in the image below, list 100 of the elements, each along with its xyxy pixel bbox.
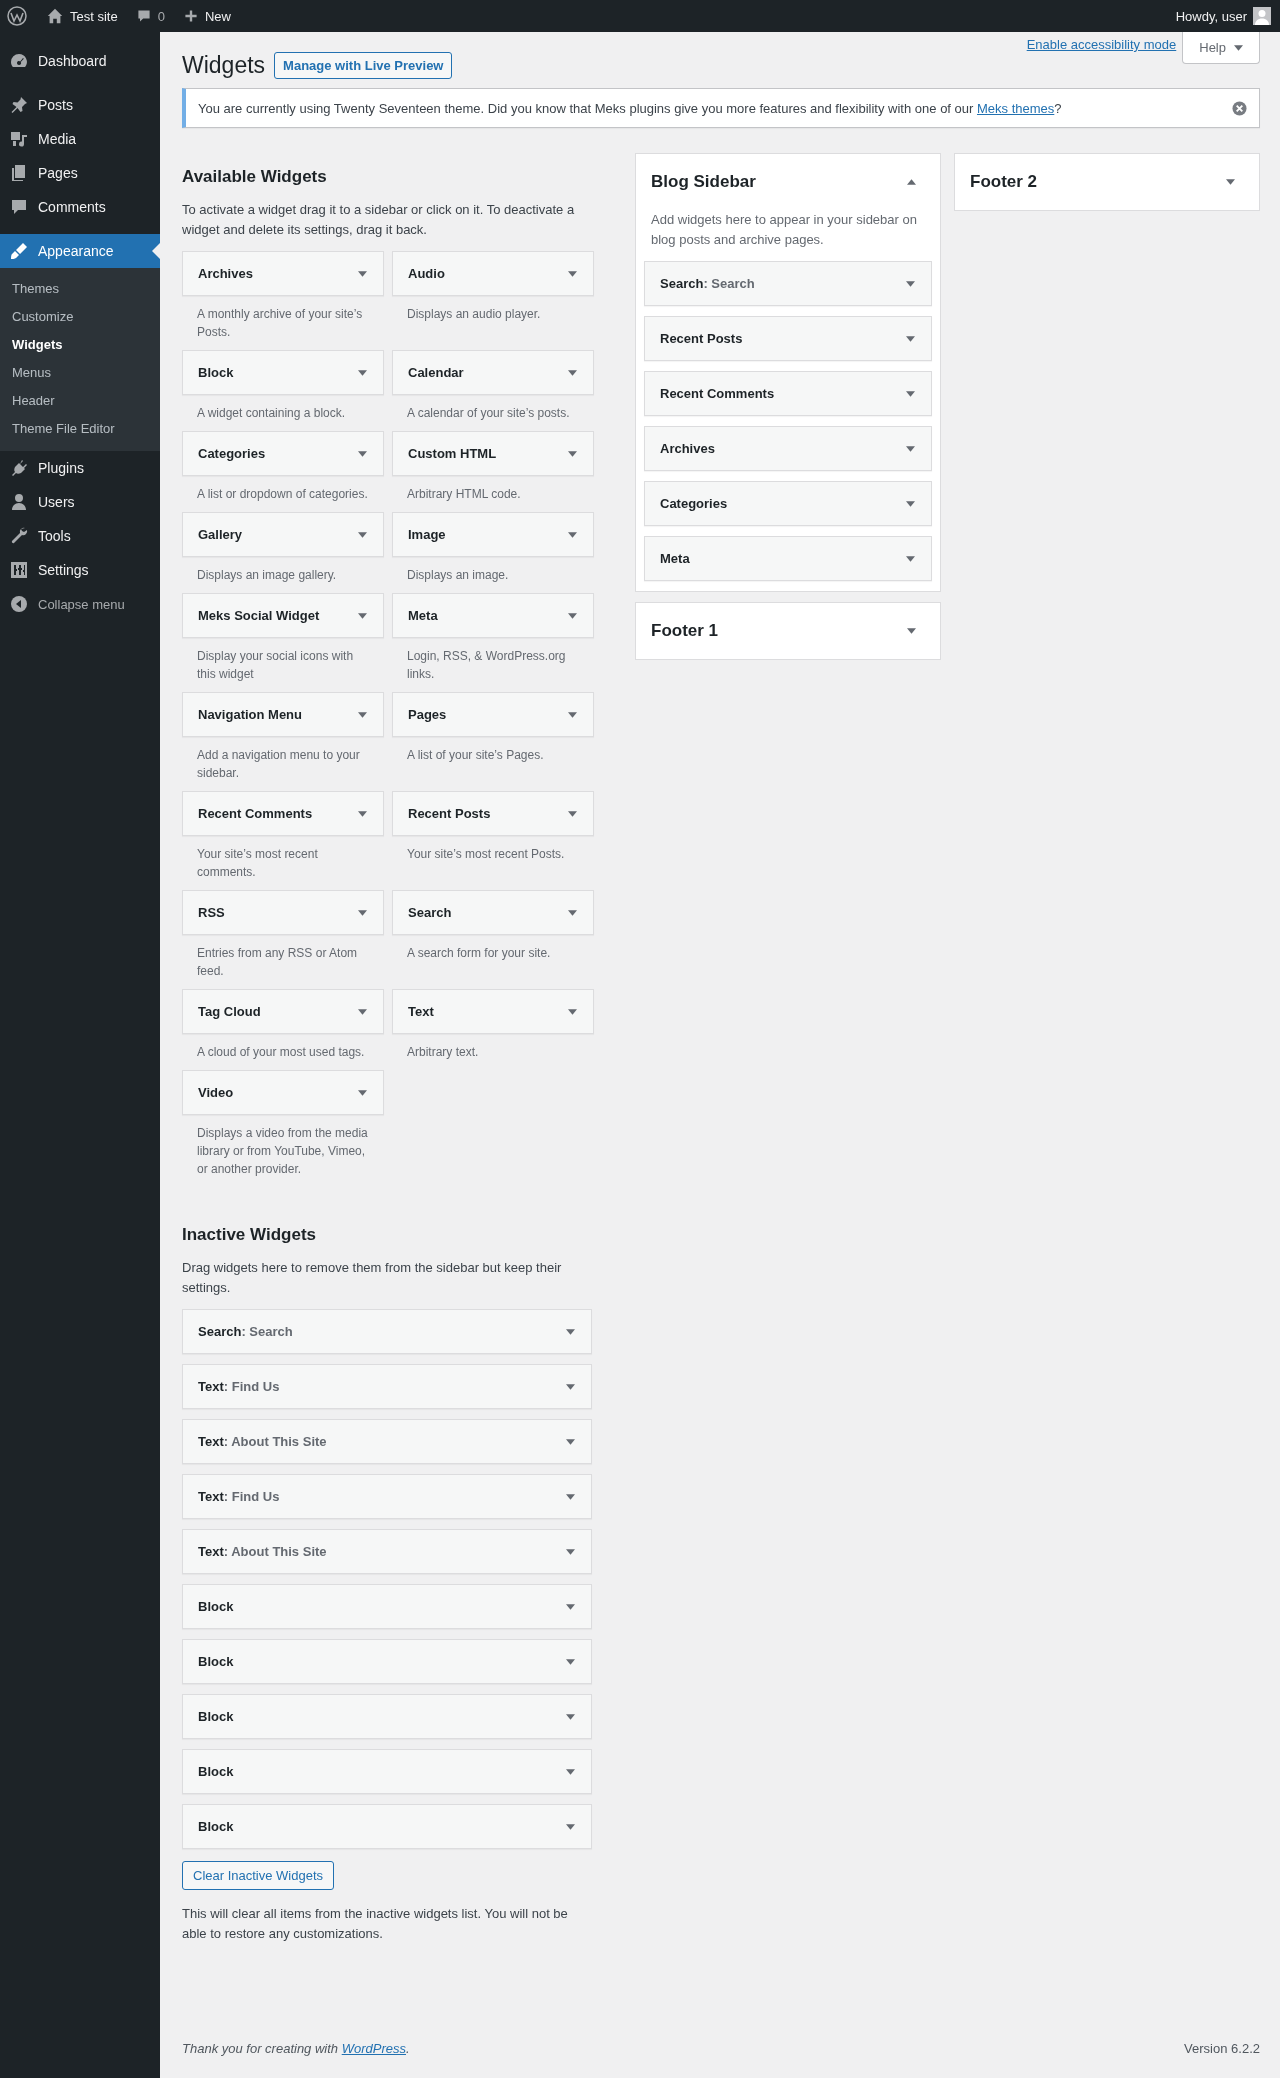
widget-item[interactable]: Recent Posts [392,791,594,836]
caret-icon [568,1008,577,1015]
widget-description: Arbitrary text. [406,1044,480,1061]
themes-link[interactable]: Meks themes [977,100,1055,116]
wordpress-link[interactable]: WordPress [341,2041,406,2056]
site-link[interactable]: Test site [37,0,127,32]
widget-item[interactable]: Categories [182,431,384,476]
widget-item[interactable]: Block [182,1584,592,1629]
caret-icon [906,280,915,287]
pin-icon [9,95,29,115]
caret-icon [906,500,915,507]
widget-description: Displays a video from the media library or from YouTube, Vimeo, or another provider. [196,1125,369,1178]
widget-description: A calendar of your site’s posts. [406,405,571,422]
close-icon[interactable] [1232,100,1247,116]
widget-item[interactable]: Block [182,1804,592,1849]
menu-item[interactable]: Comments [0,190,160,224]
caret-icon [358,270,367,277]
widget-item[interactable]: Video [182,1070,384,1115]
widget-item[interactable]: Meta [392,593,594,638]
widget-item[interactable]: Text: About This Site [182,1419,592,1464]
widget-title: Image [408,527,446,542]
widget-item[interactable]: Archives [182,251,384,296]
caret-icon [566,1768,575,1775]
widget-item[interactable]: Text: Find Us [182,1474,592,1519]
menu-item[interactable]: Media [0,122,160,156]
menu-item[interactable]: Settings [0,553,160,587]
wrench-icon [9,526,29,546]
submenu-item[interactable]: Theme File Editor [0,415,160,443]
sidebar-description: Add widgets here to appear in your sidebar on blog posts and archive pages. [650,211,918,249]
sidebar-header[interactable]: Footer 1 [636,603,940,659]
widget-item[interactable]: Pages [392,692,594,737]
widget-title: Pages [408,707,447,722]
widget-item[interactable]: Block [182,1694,592,1739]
help-button[interactable]: Help [1182,32,1260,64]
menu-item[interactable]: Users [0,485,160,519]
widget-item[interactable]: Meta [644,536,932,581]
sidebar-header[interactable]: Blog Sidebar [636,154,940,210]
caret-icon [358,531,367,538]
widget-item[interactable]: Audio [392,251,594,296]
logo-icon[interactable] [7,6,27,26]
widget-item[interactable]: Archives [644,426,932,471]
widget-item[interactable]: Block [182,1749,592,1794]
submenu-item[interactable]: Header [0,387,160,415]
widget-title: Navigation Menu [198,707,302,722]
menu-item[interactable]: Posts [0,88,160,122]
widget-description: A widget containing a block. [196,405,347,422]
live-preview-button[interactable]: Manage with Live Preview [274,52,453,79]
caret-icon [568,612,577,619]
widget-description: Displays an image. [406,567,510,584]
widget-item[interactable]: Recent Posts [644,316,932,361]
widget-item[interactable]: Custom HTML [392,431,594,476]
widget-item[interactable]: RSS [182,890,384,935]
sidebar-header[interactable]: Footer 2 [955,154,1259,210]
widget-description: A list of your site’s Pages. [406,747,545,764]
widget-description: Entries from any RSS or Atom feed. [196,945,359,980]
widget-item[interactable]: Tag Cloud [182,989,384,1034]
widget-description: Displays an audio player. [406,306,542,323]
collapse-menu-button[interactable]: Collapse menu [0,587,160,621]
widget-item[interactable]: Categories [644,481,932,526]
account-menu[interactable]: Howdy, user [1166,0,1280,32]
comment-icon [135,8,152,24]
widget-item[interactable]: Navigation Menu [182,692,384,737]
widget-title: Archives [198,266,253,281]
submenu-item[interactable]: Customize [0,303,160,331]
menu-item[interactable]: Plugins [0,451,160,485]
widget-item[interactable]: Recent Comments [182,791,384,836]
caret-icon [358,1008,367,1015]
footer-text: Thank you for creating with WordPress. [182,2041,410,2056]
widget-item[interactable]: Search: Search [182,1309,592,1354]
menu-item[interactable]: Appearance [0,234,160,268]
widget-item[interactable]: Block [182,1639,592,1684]
menu-item[interactable]: Tools [0,519,160,553]
widget-description: Arbitrary HTML code. [406,486,522,503]
new-link[interactable]: New [173,0,240,32]
widget-item[interactable]: Text: About This Site [182,1529,592,1574]
widget-item[interactable]: Text [392,989,594,1034]
version-text: Version 6.2.2 [1184,2041,1260,2056]
sidebar-title: Footer 1 [651,621,719,641]
menu-item[interactable]: Dashboard [0,44,160,78]
widget-item[interactable]: Meks Social Widget [182,593,384,638]
submenu-item[interactable]: Menus [0,359,160,387]
media-icon [9,129,29,149]
widget-item[interactable]: Block [182,350,384,395]
comments-link[interactable]: 0 [126,0,174,32]
widget-item[interactable]: Recent Comments [644,371,932,416]
widget-item[interactable]: Search: Search [644,261,932,306]
widget-item[interactable]: Calendar [392,350,594,395]
widget-item[interactable]: Search [392,890,594,935]
widget-title: Custom HTML [408,446,497,461]
submenu-item[interactable]: Widgets [0,331,160,359]
widget-description: A cloud of your most used tags. [196,1044,366,1061]
widget-title: Archives [660,441,715,456]
submenu-item[interactable]: Themes [0,275,160,303]
accessibility-link[interactable]: Enable accessibility mode [1026,37,1177,52]
menu-item[interactable]: Pages [0,156,160,190]
widget-item[interactable]: Image [392,512,594,557]
widget-description: Displays an image gallery. [196,567,338,584]
widget-item[interactable]: Gallery [182,512,384,557]
caret-icon [566,1713,575,1720]
widget-item[interactable]: Text: Find Us [182,1364,592,1409]
